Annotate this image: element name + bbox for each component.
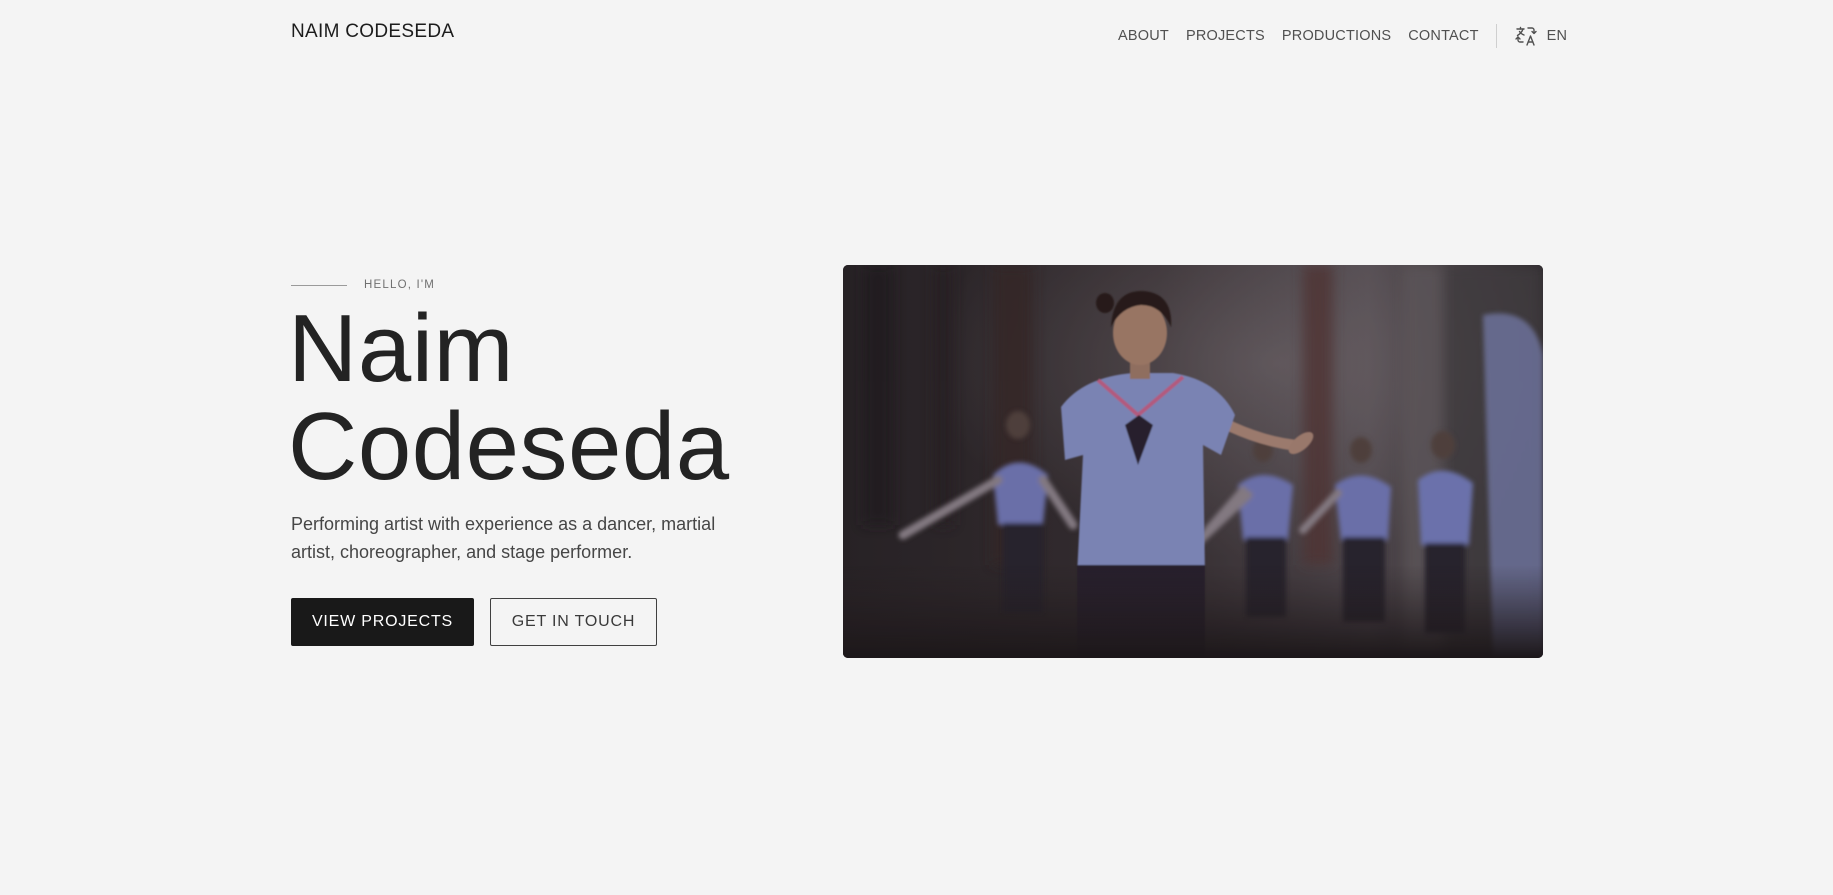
hero-title-line1: Naim (288, 295, 515, 402)
nav-item-projects[interactable]: PROJECTS (1186, 28, 1265, 44)
nav-item-productions[interactable]: PRODUCTIONS (1282, 28, 1391, 44)
site-header: NAIM CODESEDA ABOUT PROJECTS PRODUCTIONS… (0, 0, 1833, 66)
language-switcher[interactable]: EN (1514, 25, 1568, 47)
translate-icon (1514, 25, 1547, 47)
hero-title: Naim Codeseda (288, 300, 730, 496)
get-in-touch-button[interactable]: GET IN TOUCH (490, 598, 657, 646)
hero-title-line2: Codeseda (288, 393, 730, 500)
eyebrow-text: HELLO, I'M (364, 279, 436, 291)
hero-photo (843, 265, 1543, 658)
nav-item-about[interactable]: ABOUT (1118, 28, 1169, 44)
nav-divider (1495, 24, 1497, 48)
hero-description: Performing artist with experience as a d… (291, 514, 716, 562)
site-logo[interactable]: NAIM CODESEDA (291, 21, 454, 43)
nav-item-contact[interactable]: CONTACT (1408, 28, 1478, 44)
hero-eyebrow: HELLO, I'M (291, 279, 435, 291)
view-projects-button[interactable]: VIEW PROJECTS (291, 598, 474, 646)
main-nav: ABOUT PROJECTS PRODUCTIONS CONTACT EN (1118, 24, 1567, 48)
eyebrow-line (291, 284, 347, 286)
language-label: EN (1546, 28, 1568, 44)
